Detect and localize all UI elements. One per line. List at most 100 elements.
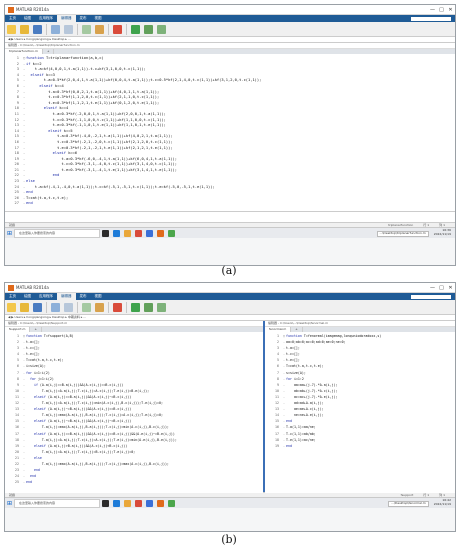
toolbar-divider [46,23,47,35]
matlab-window-a: MATLAB R2014a — □ ✕ 主页 绘图 应用程序 编辑器 发布 视图… [4,4,456,266]
app-taskbar-icon[interactable] [168,229,175,237]
keyword: for [286,376,292,381]
keyword: elseif [39,83,53,88]
app-taskbar-icon[interactable] [168,499,175,507]
new-file-icon[interactable] [7,302,16,312]
open-file-chip[interactable]: ...\Desktop\fenormal.m [388,501,429,507]
chrome-icon[interactable] [135,229,142,237]
window-title: MATLAB R2014a [16,7,49,12]
maximize-button[interactable]: □ [437,7,446,13]
breakpoint-icon[interactable] [113,302,122,312]
breakpoint-icon[interactable] [113,24,122,34]
keyword: for [29,376,36,381]
tab-editor[interactable]: 编辑器 [57,293,76,300]
title-bar: MATLAB R2014a — □ ✕ [5,283,455,293]
keyword: elseif [33,407,46,412]
chrome-icon[interactable] [135,499,142,507]
tab-apps[interactable]: 应用程序 [35,294,57,299]
run-advance-icon[interactable] [144,302,153,312]
command-window[interactable] [5,211,455,222]
tab-view[interactable]: 视图 [91,16,106,21]
ribbon-tabs: 主页 绘图 应用程序 编辑器 发布 视图 [5,293,455,300]
run-advance-icon[interactable] [144,24,153,34]
toolbar-divider [126,23,127,35]
comment-icon[interactable] [82,24,91,34]
print-icon[interactable] [64,302,73,312]
code-line[interactable]: 27- end [5,201,455,207]
run-section-icon[interactable] [157,24,166,34]
system-tray: ...\Desktop\triplanarfunction.m 16:36 20… [376,228,455,237]
find-icon[interactable] [51,24,60,34]
tab-publish[interactable]: 发布 [76,294,91,299]
tab-publish[interactable]: 发布 [76,16,91,21]
taskbar-search-input[interactable]: 在这里输入你要搜索的内容 [14,228,100,238]
right-editor-pane: 编辑器 - C:\Users\...\Desktop\fenormal.m fe… [263,321,455,493]
maximize-button[interactable]: □ [437,285,446,291]
file-explorer-icon[interactable] [124,499,131,507]
matlab-logo-icon [8,284,14,291]
comment-icon[interactable] [82,302,91,312]
status-line: 行 1 [423,223,430,227]
run-icon[interactable] [131,302,140,312]
open-file-icon[interactable] [20,302,29,312]
windows-start-icon[interactable]: ⊞ [5,498,14,508]
minimize-button[interactable]: — [428,285,437,291]
matlab-taskbar-icon[interactable] [157,229,164,237]
tab-home[interactable]: 主页 [5,294,20,299]
code-line[interactable]: 25- end [5,479,263,485]
tab-view[interactable]: 视图 [91,294,106,299]
title-bar: MATLAB R2014a — □ ✕ [5,5,455,15]
edge-browser-icon[interactable] [113,229,120,237]
keyword: end [286,419,292,424]
documentation-search-input[interactable] [411,294,451,299]
tab-plots[interactable]: 绘图 [20,16,35,21]
close-button[interactable]: ✕ [446,7,455,13]
close-button[interactable]: ✕ [446,285,455,291]
word-icon[interactable] [146,499,153,507]
file-explorer-icon[interactable] [124,229,131,237]
windows-start-icon[interactable]: ⊞ [5,228,14,238]
open-file-icon[interactable] [20,24,29,34]
tab-home[interactable]: 主页 [5,16,20,21]
new-file-icon[interactable] [7,24,16,34]
documentation-search-input[interactable] [411,16,451,21]
code-editor[interactable]: 1 ○ function T=triplanarfunction(a,b,c) 2- i… [5,54,455,211]
save-icon[interactable] [33,24,42,34]
editor-toolbar [5,300,455,315]
minimize-button[interactable]: — [428,7,437,13]
task-view-icon[interactable] [102,229,109,237]
line-number: 25 [15,480,19,485]
tab-editor[interactable]: 编辑器 [57,15,76,22]
keyword: elseif [33,443,46,448]
split-editor: 编辑器 - C:\Users\...\Desktop\fsupport.m fs… [5,321,455,493]
keyword: function [26,56,44,60]
indent-icon[interactable] [95,24,104,34]
indent-icon[interactable] [95,302,104,312]
keyword: end [29,474,36,479]
left-code-editor[interactable]: 1 ○ function T=fsupport(A,B) 2- t.a=[]; 3- t.c… [5,332,263,493]
edge-browser-icon[interactable] [113,499,120,507]
print-icon[interactable] [64,24,73,34]
open-file-chip[interactable]: ...\Desktop\triplanarfunction.m [376,231,429,237]
tab-plots[interactable]: 绘图 [20,294,35,299]
window-title: MATLAB R2014a [16,285,49,290]
tab-apps[interactable]: 应用程序 [35,16,57,21]
run-section-icon[interactable] [157,302,166,312]
word-icon[interactable] [146,229,153,237]
code-line[interactable]: 19- end [265,443,455,449]
matlab-taskbar-icon[interactable] [157,499,164,507]
find-icon[interactable] [51,302,60,312]
keyword: elseif [48,128,62,133]
right-code-editor[interactable]: 1 ○ function T=fenormal(imagemag,lonquniod… [265,332,455,493]
system-tray: ...\Desktop\fenormal.m 16:42 2022/11/19 [388,498,455,507]
taskbar-search-input[interactable]: 在这里输入你要搜索的内容 [14,498,100,508]
keyword: end [26,201,33,206]
run-icon[interactable] [131,24,140,34]
keyword: function [286,334,302,338]
keyword: for [26,370,32,375]
task-view-icon[interactable] [102,499,109,507]
keyword: end [52,173,60,178]
status-ready: 就绪 [9,493,16,497]
toolbar-divider [77,301,78,313]
save-icon[interactable] [33,302,42,312]
